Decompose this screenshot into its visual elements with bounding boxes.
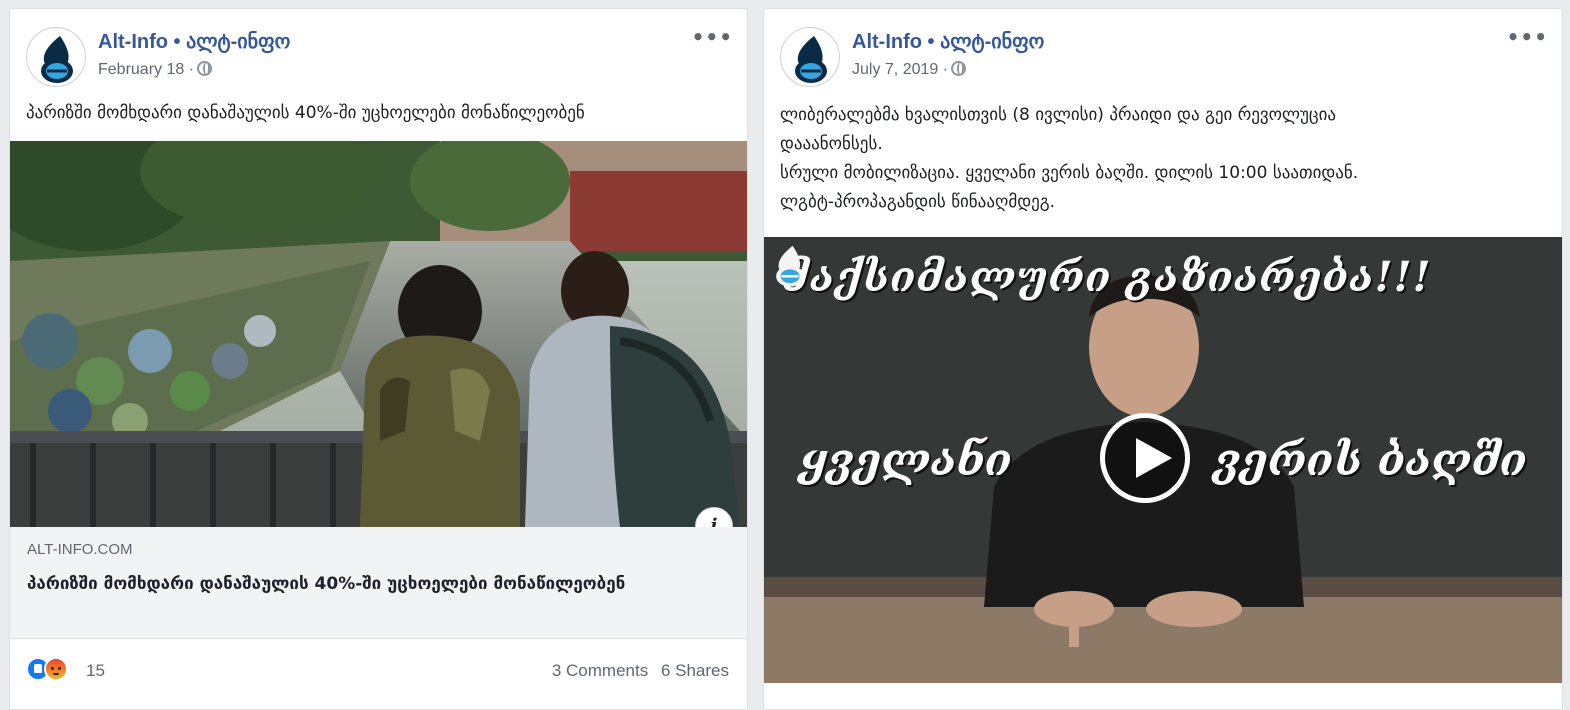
video-player[interactable]: მაქსიმალური გაზიარება!!! ყველანი ვერის ბ…	[764, 237, 1562, 683]
post-card: Alt-Info • ალტ-ინფო July 7, 2019 · ••• ლ…	[763, 8, 1563, 710]
link-preview[interactable]: ALT-INFO.COM პარიზში მომხდარი დანაშაულის…	[10, 527, 747, 639]
globe-icon	[951, 61, 967, 76]
page-name-link[interactable]: Alt-Info • ალტ-ინფო	[852, 29, 1044, 54]
page-avatar[interactable]	[26, 27, 86, 87]
alt-info-logo-icon	[41, 36, 73, 83]
video-caption-right: ვერის ბაღში	[1214, 435, 1527, 486]
link-title[interactable]: პარიზში მომხდარი დანაშაულის 40%-ში უცხოე…	[27, 569, 729, 599]
post-text-line: სრული მობილიზაცია. ყველანი ვერის ბაღში. …	[780, 163, 1359, 183]
post-header: Alt-Info • ალტ-ინფო February 18 · •••	[26, 27, 733, 87]
play-icon[interactable]	[1100, 413, 1190, 503]
post-date[interactable]: July 7, 2019 ·	[852, 61, 948, 78]
post-text-line: დააანონსეს.	[780, 134, 883, 154]
more-options-icon[interactable]: •••	[1507, 27, 1548, 47]
shares-count[interactable]: 6 Shares	[661, 661, 729, 680]
reaction-count[interactable]: 15	[86, 661, 105, 681]
page-avatar[interactable]	[780, 27, 840, 87]
alt-info-logo-icon	[795, 36, 827, 83]
post-text: პარიზში მომხდარი დანაშაულის 40%-ში უცხოე…	[26, 99, 735, 128]
post-timestamp[interactable]: July 7, 2019 ·	[852, 61, 967, 79]
post-stats: 3 Comments 6 Shares	[544, 661, 729, 681]
angry-icon[interactable]	[44, 657, 68, 681]
post-date[interactable]: February 18 ·	[98, 61, 194, 78]
post-header: Alt-Info • ალტ-ინფო July 7, 2019 · •••	[780, 27, 1548, 87]
post-footer: 15 3 Comments 6 Shares	[26, 655, 729, 685]
post-text: ლიბერალებმა ხვალისთვის (8 ივლისი) პრაიდი…	[780, 101, 1550, 217]
link-preview-image[interactable]: i	[10, 141, 747, 527]
post-card: Alt-Info • ალტ-ინფო February 18 · ••• პა…	[9, 8, 748, 710]
more-options-icon[interactable]: •••	[692, 27, 733, 47]
canal-photo	[10, 141, 747, 527]
comments-count[interactable]: 3 Comments	[552, 661, 648, 680]
post-text-line: პარიზში მომხდარი დანაშაულის 40%-ში უცხოე…	[26, 103, 585, 123]
alt-info-logo-icon	[776, 245, 804, 287]
video-caption-left: ყველანი	[800, 435, 1012, 486]
globe-icon	[197, 61, 213, 76]
video-headline: მაქსიმალური გაზიარება!!!	[782, 253, 1432, 301]
page-name-link[interactable]: Alt-Info • ალტ-ინფო	[98, 29, 290, 54]
post-text-line: ლგბტ-პროპაგანდის წინააღმდეგ.	[780, 192, 1056, 212]
post-timestamp[interactable]: February 18 ·	[98, 61, 213, 79]
link-domain: ALT-INFO.COM	[27, 541, 133, 558]
post-text-line: ლიბერალებმა ხვალისთვის (8 ივლისი) პრაიდი…	[780, 105, 1337, 125]
